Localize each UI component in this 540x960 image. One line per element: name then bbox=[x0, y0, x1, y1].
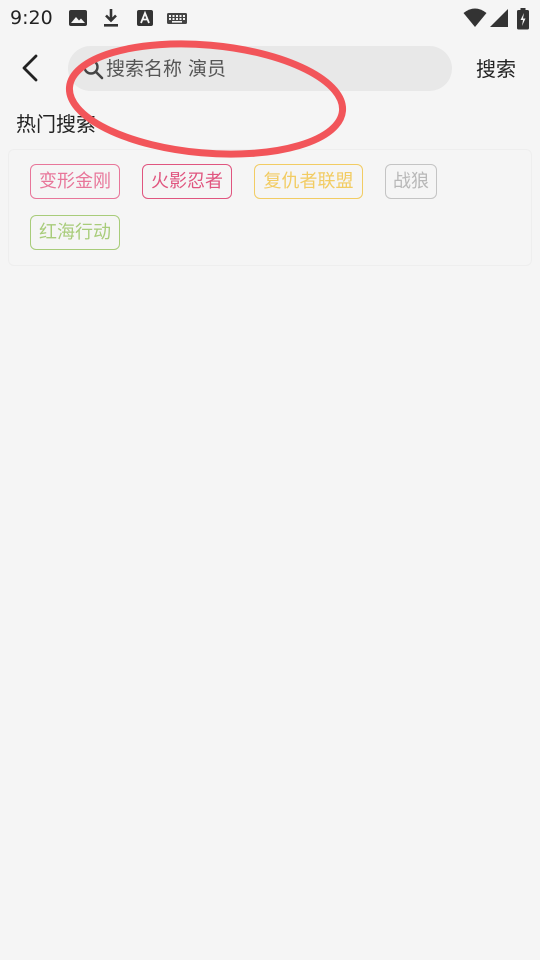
hot-tag[interactable]: 战狼 bbox=[385, 164, 437, 199]
text-a-icon bbox=[137, 10, 153, 26]
status-time: 9:20 bbox=[10, 7, 53, 29]
hot-search-card: 变形金刚 火影忍者 复仇者联盟 战狼 红海行动 bbox=[8, 149, 532, 266]
search-input[interactable] bbox=[106, 46, 436, 91]
battery-icon bbox=[517, 8, 529, 30]
signal-icon bbox=[490, 9, 508, 27]
search-header: 搜索 bbox=[0, 36, 540, 100]
search-icon bbox=[83, 59, 104, 80]
hot-tag[interactable]: 变形金刚 bbox=[30, 164, 120, 199]
hot-tag[interactable]: 红海行动 bbox=[30, 215, 120, 250]
image-icon bbox=[69, 10, 87, 26]
back-button[interactable] bbox=[12, 50, 48, 86]
keyboard-icon bbox=[167, 13, 187, 24]
status-bar: 9:20 bbox=[0, 0, 540, 36]
wifi-icon bbox=[463, 8, 487, 27]
search-button[interactable]: 搜索 bbox=[470, 54, 522, 84]
chevron-left-icon bbox=[22, 54, 38, 82]
annotation-ellipse bbox=[65, 40, 347, 158]
hot-tag[interactable]: 火影忍者 bbox=[142, 164, 232, 199]
download-icon bbox=[104, 9, 118, 27]
hot-tag[interactable]: 复仇者联盟 bbox=[254, 164, 363, 199]
hot-search-title: 热门搜索 bbox=[16, 112, 96, 136]
search-box[interactable] bbox=[68, 46, 452, 91]
